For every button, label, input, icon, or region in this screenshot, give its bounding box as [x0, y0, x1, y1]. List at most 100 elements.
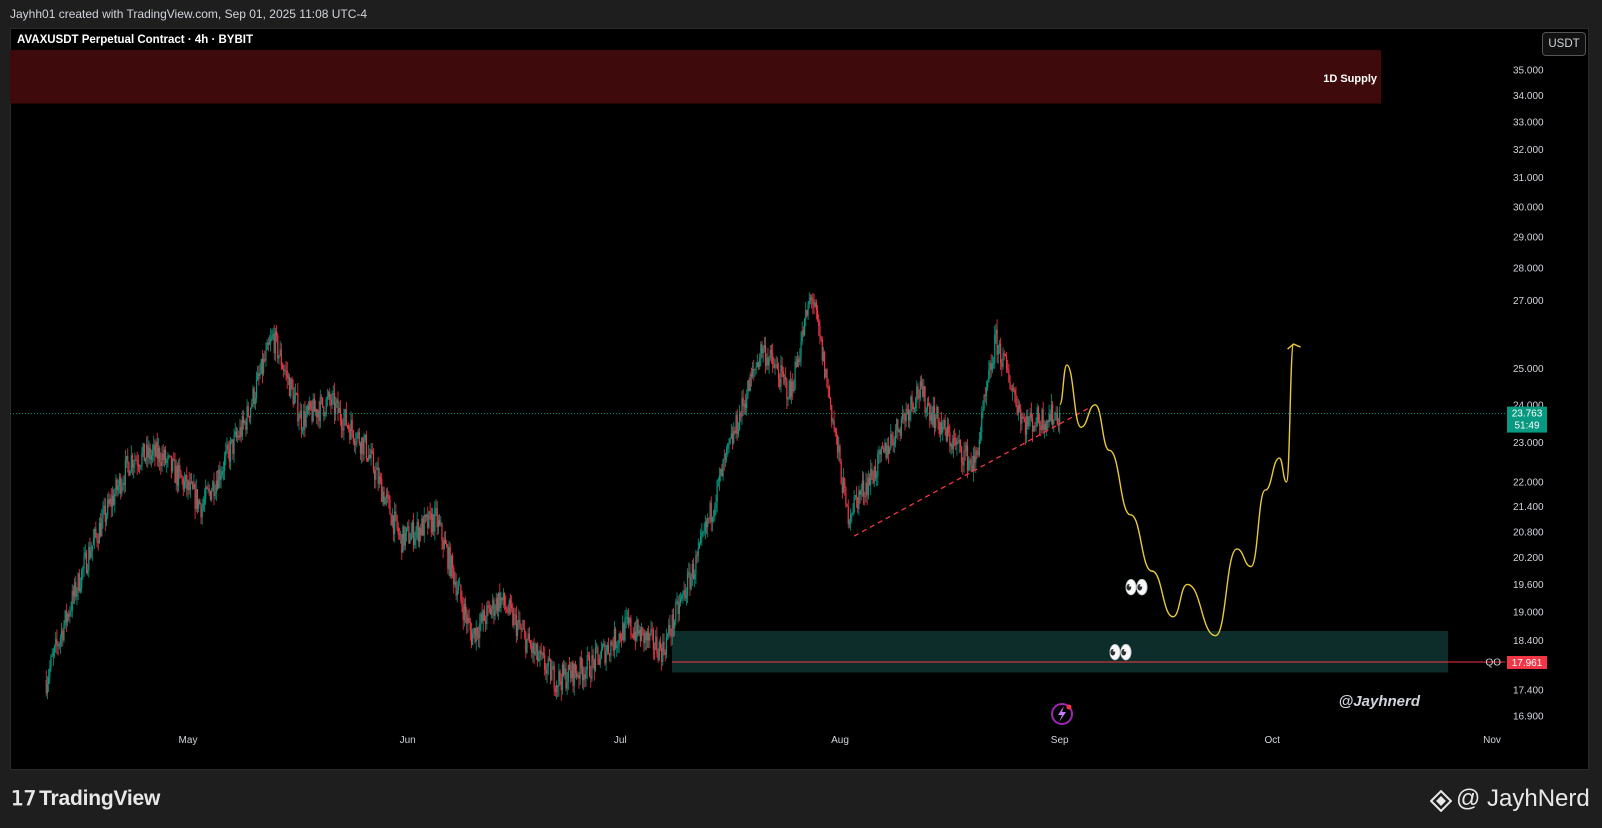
- candle-body: [185, 475, 187, 481]
- candle-body: [96, 535, 98, 542]
- candle-body: [301, 429, 304, 431]
- candle-body: [876, 476, 878, 478]
- candle-body: [63, 624, 65, 641]
- candle-body: [731, 433, 734, 444]
- candle-body: [902, 413, 904, 420]
- candle-body: [324, 414, 326, 416]
- candle-body: [561, 664, 564, 691]
- candle-body: [281, 365, 284, 369]
- candle-body: [605, 652, 607, 664]
- candle-body: [594, 648, 597, 671]
- candle-body: [459, 584, 461, 586]
- price-chart[interactable]: 1D Supply 35.000 34.000 33.000 32.000 31.000…: [0, 0, 1602, 770]
- candle-body: [227, 444, 229, 450]
- symbol-title[interactable]: AVAXUSDT Perpetual Contract · 4h · BYBIT: [17, 34, 253, 46]
- candle-body: [931, 412, 933, 425]
- candle-body: [972, 455, 975, 472]
- candle-body: [1009, 381, 1011, 390]
- candle-body: [822, 352, 825, 361]
- supply-zone[interactable]: [10, 49, 1381, 104]
- candle-body: [245, 421, 247, 430]
- x-axis-tick: Sep: [1051, 735, 1069, 746]
- y-axis-tick: 20.800: [1513, 527, 1544, 538]
- candle-body: [905, 408, 907, 422]
- candle-body: [883, 448, 885, 452]
- candle-body: [842, 478, 845, 494]
- candle-body: [788, 380, 790, 400]
- x-axis-tick: Aug: [831, 735, 849, 746]
- candle-body: [579, 657, 581, 679]
- candle-body: [170, 455, 173, 472]
- candle-body: [659, 642, 662, 648]
- candle-body: [649, 633, 651, 641]
- candle-body: [586, 655, 588, 670]
- y-axis-tick: 31.000: [1513, 173, 1544, 184]
- candle-body: [795, 361, 797, 367]
- candle-body: [431, 514, 434, 533]
- candle-body: [314, 409, 317, 412]
- candle-body: [643, 629, 645, 644]
- tradingview-logo[interactable]: 𝟣𝟩 TradingView: [11, 786, 160, 811]
- candle-body: [346, 425, 349, 427]
- candle-body: [844, 478, 846, 488]
- candle-body: [350, 420, 352, 440]
- candle-body: [274, 331, 277, 354]
- projection-path[interactable]: [1059, 343, 1295, 637]
- candle-body: [792, 381, 794, 392]
- candle-body: [379, 476, 382, 479]
- candle-body: [253, 388, 255, 404]
- candle-body: [857, 497, 859, 509]
- candle-body: [212, 481, 214, 492]
- candle-body: [382, 491, 384, 503]
- candle-body: [345, 409, 347, 426]
- candle-body: [945, 429, 947, 441]
- candle-body: [226, 444, 228, 451]
- candle-body: [59, 637, 62, 644]
- candle-body: [722, 459, 724, 477]
- candle-body: [606, 644, 608, 653]
- candle-body: [692, 564, 695, 580]
- candle-body: [777, 369, 780, 380]
- candle-body: [167, 455, 169, 461]
- candle-body: [312, 398, 314, 422]
- candle-body: [805, 310, 807, 319]
- candle-body: [390, 514, 392, 526]
- candle-body: [1026, 416, 1028, 435]
- candle-body: [965, 445, 967, 451]
- candle-body: [213, 481, 215, 497]
- demand-zone[interactable]: [672, 630, 1448, 673]
- candle-body: [866, 482, 868, 495]
- candle-body: [451, 555, 454, 568]
- candle-body: [164, 449, 167, 464]
- candle-body: [961, 447, 963, 462]
- candle-body: [99, 522, 102, 537]
- candle-body: [199, 500, 201, 505]
- candle-body: [377, 467, 379, 484]
- candle-body: [675, 602, 677, 622]
- currency-button[interactable]: USDT: [1542, 32, 1586, 56]
- candle-body: [590, 676, 592, 679]
- candle-body: [120, 476, 122, 494]
- candle-body: [489, 607, 491, 615]
- candle-body: [122, 482, 124, 487]
- lightning-bolt-icon[interactable]: [1051, 703, 1073, 725]
- candle-body: [545, 669, 547, 674]
- candle-body: [427, 514, 429, 528]
- candle-body: [368, 455, 370, 461]
- candle-body: [133, 464, 135, 468]
- candle-body: [874, 466, 877, 478]
- candle-body: [879, 450, 881, 455]
- candle-body: [583, 674, 585, 681]
- candle-body: [609, 653, 611, 656]
- candle-body: [196, 489, 199, 509]
- candle-body: [1050, 404, 1053, 422]
- candle-body: [1028, 420, 1030, 427]
- candle-body: [131, 455, 134, 468]
- candle-body: [781, 365, 783, 372]
- candle-body: [829, 397, 832, 406]
- candle-body: [834, 428, 836, 432]
- candle-body: [336, 399, 338, 403]
- candle-body: [576, 673, 578, 677]
- y-axis-tick: 33.000: [1513, 118, 1544, 129]
- candle-body: [571, 662, 573, 679]
